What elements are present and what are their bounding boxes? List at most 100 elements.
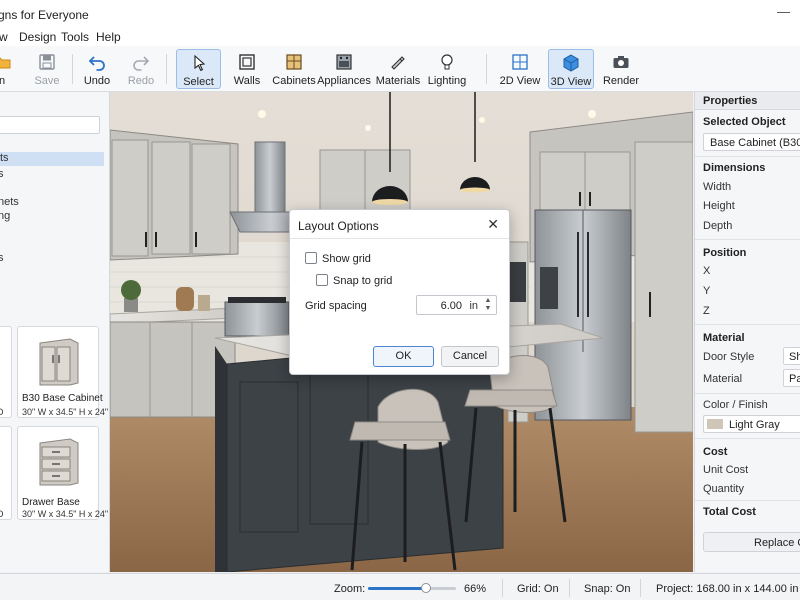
- color-finish-picker[interactable]: Light Gray: [703, 415, 800, 433]
- ok-button[interactable]: OK: [373, 346, 434, 367]
- minimize-button[interactable]: —: [777, 5, 790, 18]
- cost-heading: Cost: [703, 446, 728, 458]
- toolbar-separator: [72, 54, 73, 84]
- selected-object-label: Selected Object: [703, 116, 786, 128]
- materials-label: Materials: [375, 75, 421, 87]
- divider: [695, 500, 800, 501]
- toolbar-separator: [486, 54, 487, 84]
- menu-design[interactable]: Design: [19, 30, 56, 44]
- library-card[interactable]: Drawer Base 30" W x 34.5" H x 24" D: [17, 426, 109, 520]
- category-label: ng: [0, 210, 11, 222]
- category-item[interactable]: s: [0, 168, 4, 180]
- stepper-arrows[interactable]: ▲ ▼: [483, 297, 493, 313]
- door-style-dropdown[interactable]: Sha: [783, 347, 800, 365]
- quantity-label: Quantity: [703, 483, 744, 495]
- library-card[interactable]: D: [0, 426, 12, 520]
- category-label: s: [0, 252, 4, 264]
- library-card[interactable]: B30 Base Cabinet 30" W x 34.5" H x 24" D: [17, 326, 109, 418]
- close-icon[interactable]: ✕: [487, 216, 499, 233]
- walls-tool-button[interactable]: Walls: [230, 49, 264, 89]
- render-label: Render: [602, 75, 640, 87]
- lighting-tool-button[interactable]: Lighting: [428, 49, 466, 89]
- save-label: Save: [34, 75, 60, 87]
- grid-spacing-label: Grid spacing: [305, 300, 367, 312]
- open-label: n: [0, 75, 6, 87]
- library-search-input[interactable]: [0, 116, 100, 134]
- show-grid-checkbox[interactable]: [305, 252, 317, 264]
- show-grid-label: Show grid: [322, 253, 371, 265]
- save-button[interactable]: Save: [30, 49, 64, 89]
- status-bar: Zoom: 66% Grid: On Snap: On Project: 168…: [0, 573, 800, 600]
- redo-icon: [131, 52, 151, 72]
- color-swatch: [707, 419, 723, 429]
- zoom-slider[interactable]: [368, 583, 456, 593]
- cabinets-tool-button[interactable]: Cabinets: [272, 49, 316, 89]
- position-heading: Position: [703, 247, 747, 259]
- layout-options-dialog: Layout Options ✕ Show grid Snap to grid …: [289, 209, 510, 375]
- depth-label: Depth: [703, 220, 733, 232]
- cancel-button[interactable]: Cancel: [441, 346, 499, 367]
- width-label: Width: [703, 181, 732, 193]
- material-dropdown[interactable]: Pai: [783, 369, 800, 387]
- replace-object-button[interactable]: Replace Obje: [703, 532, 800, 552]
- open-folder-icon: [0, 52, 12, 72]
- menu-help[interactable]: Help: [96, 30, 121, 44]
- cabinets-label: Cabinets: [272, 75, 316, 87]
- grid-spacing-value: 6.00: [440, 300, 462, 312]
- paintbrush-icon: [388, 52, 408, 72]
- toolbar: n Save Undo Redo Select Walls Cabinets A…: [0, 46, 800, 92]
- grid-spacing-unit: in: [469, 300, 478, 312]
- category-item[interactable]: nets: [0, 196, 19, 208]
- category-item[interactable]: ng: [0, 210, 10, 222]
- zoom-slider-fill: [368, 587, 427, 590]
- card-dimensions: D: [0, 509, 4, 519]
- base-cabinet-thumbnail: [39, 338, 79, 386]
- snap-to-grid-checkbox[interactable]: [316, 274, 328, 286]
- category-label: s: [0, 168, 4, 180]
- category-label: ts: [0, 152, 9, 164]
- y-label: Y: [703, 285, 711, 297]
- undo-button[interactable]: Undo: [80, 49, 114, 89]
- cursor-arrow-icon: [189, 53, 209, 73]
- render-button[interactable]: Render: [602, 49, 640, 89]
- menu-view[interactable]: w: [0, 30, 8, 44]
- 3d-view-label: 3D View: [550, 76, 592, 88]
- status-separator: [502, 579, 503, 597]
- z-label: Z: [703, 305, 710, 317]
- 2d-view-label: 2D View: [499, 75, 541, 87]
- open-button[interactable]: n: [0, 49, 12, 89]
- redo-button[interactable]: Redo: [124, 49, 158, 89]
- select-tool-button[interactable]: Select: [176, 49, 221, 89]
- snap-to-grid-label: Snap to grid: [333, 275, 393, 287]
- materials-tool-button[interactable]: Materials: [375, 49, 421, 89]
- category-item[interactable]: ts: [0, 152, 104, 166]
- dialog-title: Layout Options: [298, 219, 379, 233]
- zoom-slider-thumb[interactable]: [421, 583, 432, 593]
- grid-spacing-stepper[interactable]: 6.00 in ▲ ▼: [416, 295, 497, 315]
- menu-tools[interactable]: Tools: [61, 30, 89, 44]
- appliances-label: Appliances: [317, 75, 371, 87]
- divider: [695, 156, 800, 157]
- card-dimensions: 30" W x 34.5" H x 24" D: [22, 509, 110, 519]
- 2d-view-button[interactable]: 2D View: [498, 49, 542, 89]
- zoom-value: 66%: [464, 583, 487, 595]
- divider: [695, 324, 800, 325]
- grid-plan-icon: [510, 52, 530, 72]
- status-separator: [640, 579, 641, 597]
- selected-object-field[interactable]: Base Cabinet (B30): [703, 133, 800, 151]
- cabinet-icon: [284, 52, 304, 72]
- undo-icon: [87, 52, 107, 72]
- category-item[interactable]: s: [0, 252, 4, 264]
- properties-panel: Properties Selected Object Base Cabinet …: [694, 92, 800, 572]
- library-card[interactable]: D: [0, 326, 12, 418]
- door-style-label: Door Style: [703, 351, 755, 363]
- chevron-up-icon[interactable]: ▲: [483, 297, 493, 305]
- x-label: X: [703, 265, 711, 277]
- 3d-view-button[interactable]: 3D View: [548, 49, 594, 89]
- total-cost-label: Total Cost: [703, 506, 756, 518]
- chevron-down-icon[interactable]: ▼: [483, 305, 493, 313]
- unit-cost-label: Unit Cost: [703, 464, 749, 476]
- category-label: nets: [0, 196, 19, 208]
- appliances-tool-button[interactable]: Appliances: [317, 49, 371, 89]
- height-label: Height: [703, 200, 735, 212]
